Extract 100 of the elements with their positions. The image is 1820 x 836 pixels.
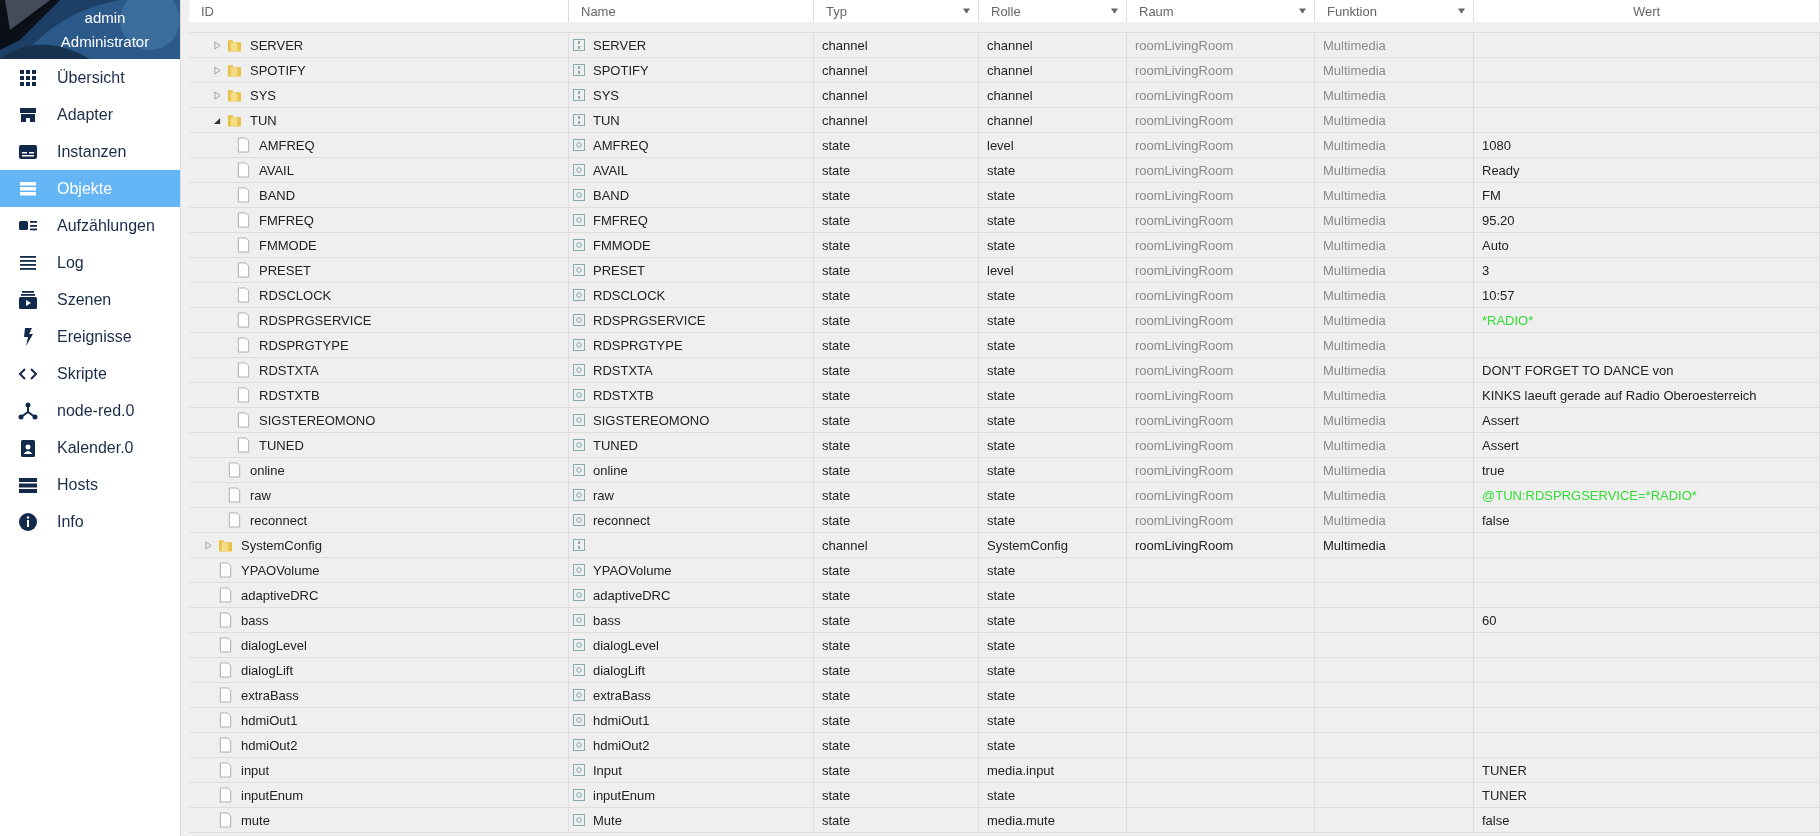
object-id[interactable]: TUNED bbox=[259, 437, 304, 453]
nav-item[interactable]: Log bbox=[0, 244, 180, 281]
object-type: channel bbox=[822, 112, 868, 128]
object-id[interactable]: hdmiOut1 bbox=[241, 712, 298, 728]
object-id[interactable]: hdmiOut2 bbox=[241, 737, 298, 753]
state-icon bbox=[573, 764, 585, 776]
file-icon bbox=[218, 662, 233, 678]
object-id[interactable]: YPAOVolume bbox=[241, 562, 320, 578]
object-id[interactable]: mute bbox=[241, 812, 270, 828]
object-type: channel bbox=[822, 87, 868, 103]
nav-item[interactable]: node-red.0 bbox=[0, 392, 180, 429]
object-value[interactable]: Assert bbox=[1482, 412, 1519, 428]
object-id[interactable]: FMMODE bbox=[259, 237, 317, 253]
state-icon bbox=[573, 414, 585, 426]
object-room: roomLivingRoom bbox=[1135, 337, 1234, 353]
nav-item[interactable]: Hosts bbox=[0, 466, 180, 503]
nav-item[interactable]: Szenen bbox=[0, 281, 180, 318]
object-name: TUNED bbox=[593, 437, 638, 453]
object-id[interactable]: SystemConfig bbox=[241, 537, 322, 553]
object-function: Multimedia bbox=[1323, 137, 1386, 153]
object-name: RDSTXTA bbox=[593, 362, 653, 378]
object-id[interactable]: FMFREQ bbox=[259, 212, 314, 228]
state-icon bbox=[573, 814, 585, 826]
object-id[interactable]: TUN bbox=[250, 112, 277, 128]
object-room: roomLivingRoom bbox=[1135, 62, 1234, 78]
object-id[interactable]: SYS bbox=[250, 87, 276, 103]
nav-item[interactable]: Adapter bbox=[0, 96, 180, 133]
object-name: AMFREQ bbox=[593, 137, 649, 153]
object-value[interactable]: TUNER bbox=[1482, 762, 1527, 778]
object-id[interactable]: extraBass bbox=[241, 687, 299, 703]
object-value[interactable]: 1080 bbox=[1482, 137, 1511, 153]
object-room: roomLivingRoom bbox=[1135, 187, 1234, 203]
nav-item[interactable]: Aufzählungen bbox=[0, 207, 180, 244]
object-id[interactable]: RDSTXTB bbox=[259, 387, 320, 403]
object-function: Multimedia bbox=[1323, 487, 1386, 503]
object-value[interactable]: 95.20 bbox=[1482, 212, 1515, 228]
object-id[interactable]: PRESET bbox=[259, 262, 311, 278]
object-value[interactable]: Assert bbox=[1482, 437, 1519, 453]
object-role: state bbox=[987, 437, 1016, 453]
nav-item[interactable]: Ereignisse bbox=[0, 318, 180, 355]
object-id[interactable]: AVAIL bbox=[259, 162, 294, 178]
object-id[interactable]: dialogLevel bbox=[241, 637, 307, 653]
object-type: state bbox=[822, 712, 851, 728]
object-value[interactable]: Ready bbox=[1482, 162, 1520, 178]
object-id[interactable]: SIGSTEREOMONO bbox=[259, 412, 376, 428]
object-value[interactable]: false bbox=[1482, 512, 1510, 528]
nav-item[interactable]: Skripte bbox=[0, 355, 180, 392]
file-icon bbox=[236, 237, 251, 253]
file-icon bbox=[218, 712, 233, 728]
object-value[interactable]: 60 bbox=[1482, 612, 1497, 628]
object-id[interactable]: input bbox=[241, 762, 270, 778]
object-id[interactable]: online bbox=[250, 462, 285, 478]
object-id[interactable]: RDSTXTA bbox=[259, 362, 319, 378]
object-value[interactable]: true bbox=[1482, 462, 1505, 478]
object-value[interactable]: 10:57 bbox=[1482, 287, 1515, 303]
object-value[interactable]: Auto bbox=[1482, 237, 1509, 253]
object-value[interactable]: DON'T FORGET TO DANCE von bbox=[1482, 362, 1674, 378]
object-id[interactable]: inputEnum bbox=[241, 787, 304, 803]
object-role: state bbox=[987, 362, 1016, 378]
dropdown-icon[interactable] bbox=[1458, 8, 1465, 14]
object-name: Mute bbox=[593, 812, 622, 828]
object-type: state bbox=[822, 187, 851, 203]
object-name: PRESET bbox=[593, 262, 645, 278]
object-value[interactable]: 3 bbox=[1482, 262, 1490, 278]
object-id[interactable]: bass bbox=[241, 612, 269, 628]
object-function: Multimedia bbox=[1323, 287, 1386, 303]
dropdown-icon[interactable] bbox=[963, 8, 970, 14]
object-id[interactable]: RDSCLOCK bbox=[259, 287, 332, 303]
object-value[interactable]: FM bbox=[1482, 187, 1501, 203]
object-function: Multimedia bbox=[1323, 62, 1386, 78]
object-role: state bbox=[987, 412, 1016, 428]
object-role: channel bbox=[987, 87, 1033, 103]
object-id[interactable]: raw bbox=[250, 487, 271, 503]
file-icon bbox=[218, 612, 233, 628]
object-id[interactable]: SPOTIFY bbox=[250, 62, 306, 78]
dropdown-icon[interactable] bbox=[1299, 8, 1306, 14]
object-id[interactable]: reconnect bbox=[250, 512, 308, 528]
state-icon bbox=[573, 189, 585, 201]
nav-item[interactable]: Info bbox=[0, 503, 180, 540]
object-id[interactable]: dialogLift bbox=[241, 662, 294, 678]
object-id[interactable]: SERVER bbox=[250, 37, 304, 53]
object-id[interactable]: adaptiveDRC bbox=[241, 587, 319, 603]
state-icon bbox=[573, 489, 585, 501]
object-id[interactable]: RDSPRGSERVICE bbox=[259, 312, 372, 328]
nav-item[interactable]: Instanzen bbox=[0, 133, 180, 170]
nav-item[interactable]: Kalender.0 bbox=[0, 429, 180, 466]
object-id[interactable]: AMFREQ bbox=[259, 137, 315, 153]
nav-item[interactable]: Übersicht bbox=[0, 59, 180, 96]
object-value[interactable]: TUNER bbox=[1482, 787, 1527, 803]
object-id[interactable]: RDSPRGTYPE bbox=[259, 337, 349, 353]
file-icon bbox=[236, 437, 251, 453]
object-value[interactable]: KINKS laeuft gerade auf Radio Oberoesterreich bbox=[1482, 387, 1757, 403]
object-value[interactable]: false bbox=[1482, 812, 1510, 828]
object-name: SYS bbox=[593, 87, 619, 103]
state-icon bbox=[573, 639, 585, 651]
object-id[interactable]: BAND bbox=[259, 187, 296, 203]
dropdown-icon[interactable] bbox=[1111, 8, 1118, 14]
state-icon bbox=[573, 614, 585, 626]
file-icon bbox=[218, 637, 233, 653]
object-type: state bbox=[822, 562, 851, 578]
